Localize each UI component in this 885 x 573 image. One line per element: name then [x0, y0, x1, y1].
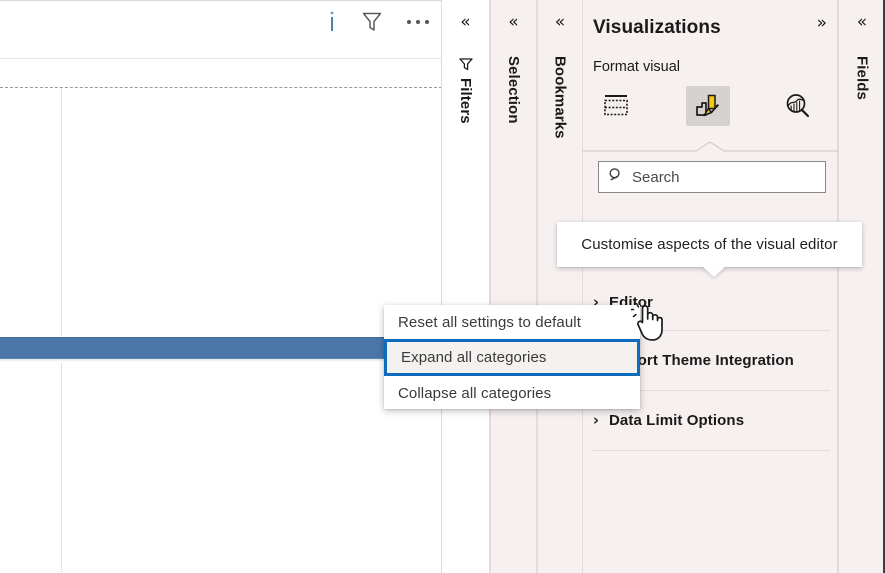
tooltip-arrow — [702, 266, 726, 277]
sidebar-tab-selection-label: Selection — [505, 56, 522, 124]
visualizations-pane: Visualizations » Format visual Search › … — [583, 0, 838, 573]
visual-header — [0, 1, 441, 59]
collapse-chevron-icon[interactable]: « — [857, 14, 867, 31]
collapse-chevron-icon[interactable]: « — [460, 14, 470, 31]
filter-funnel-icon — [458, 56, 474, 77]
chevron-right-icon: › — [592, 411, 600, 429]
search-input[interactable] — [632, 168, 802, 186]
menu-item-collapse-all-categories[interactable]: Collapse all categories — [384, 376, 640, 410]
pane-divider — [583, 141, 838, 152]
context-menu[interactable]: Reset all settings to default Expand all… — [384, 305, 640, 409]
sidebar-tab-fields-label: Fields — [853, 56, 871, 100]
format-visual-icon[interactable] — [686, 86, 730, 126]
tooltip: Customise aspects of the visual editor — [557, 222, 862, 267]
page-title: Visualizations — [593, 17, 721, 38]
info-icon[interactable] — [325, 9, 339, 35]
search-input-container[interactable] — [598, 161, 826, 193]
bar-shadow — [0, 359, 441, 362]
more-options-icon[interactable] — [405, 11, 431, 33]
format-visual-subtitle: Format visual — [593, 59, 681, 75]
filter-icon[interactable] — [361, 10, 383, 34]
tooltip-text: Customise aspects of the visual editor — [581, 236, 838, 253]
selected-data-bar[interactable] — [0, 337, 441, 359]
menu-item-reset-all-settings[interactable]: Reset all settings to default — [384, 305, 640, 339]
divider — [591, 450, 830, 451]
visual-header-icons — [325, 9, 431, 35]
collapse-chevron-icon[interactable]: « — [555, 14, 565, 31]
visual-mode-tabs — [583, 84, 838, 128]
accordion-section-data-limit-options-label: Data Limit Options — [609, 411, 745, 429]
search-icon — [608, 167, 624, 188]
report-canvas[interactable] — [0, 0, 442, 573]
menu-item-reset-all-settings-label: Reset all settings to default — [398, 313, 582, 331]
visual-plot-area[interactable] — [0, 87, 442, 573]
collapse-chevron-icon[interactable]: « — [508, 14, 518, 31]
sidebar-tab-filters-label: Filters — [457, 78, 474, 124]
menu-item-expand-all-categories[interactable]: Expand all categories — [384, 339, 640, 376]
sidebar-tab-fields[interactable]: « Fields — [838, 0, 885, 573]
build-visual-icon[interactable] — [594, 86, 638, 126]
sidebar-tab-selection[interactable]: « Selection — [490, 0, 537, 573]
menu-item-expand-all-categories-label: Expand all categories — [401, 349, 547, 366]
power-bi-report-editor: « Filters « Selection « Bookmarks « Fiel… — [0, 0, 885, 573]
menu-item-collapse-all-categories-label: Collapse all categories — [398, 384, 552, 402]
sidebar-tab-bookmarks[interactable]: « Bookmarks — [537, 0, 583, 573]
expand-pane-chevron-icon[interactable]: » — [817, 15, 827, 32]
sidebar-tab-filters[interactable]: « Filters — [441, 0, 490, 573]
sidebar-tab-bookmarks-label: Bookmarks — [551, 56, 569, 139]
analytics-visual-icon[interactable] — [776, 86, 820, 126]
visual-category-axis — [61, 89, 62, 573]
